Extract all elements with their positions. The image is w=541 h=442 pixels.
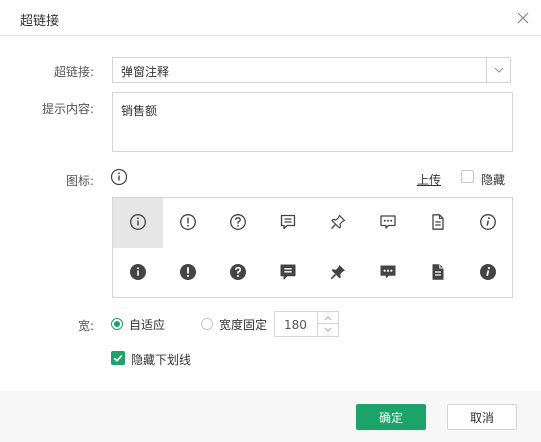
chevron-down-icon[interactable] [486,58,510,82]
icon-option-italic-info-filled[interactable] [463,248,513,298]
icon-option-chat-dots-filled[interactable] [363,248,413,298]
italic-info-outline-icon [479,213,497,234]
radio-auto-fit-label: 自适应 [129,318,166,332]
dialog-header: 超链接 [0,0,541,36]
checkmark-icon [113,354,123,363]
hide-underline-label: 隐藏下划线 [131,353,192,367]
icon-option-pin-filled[interactable] [313,248,363,298]
icon-label: 图标: [65,174,94,188]
hide-checkbox[interactable] [461,170,474,183]
icon-option-info-outline[interactable] [113,198,163,248]
icon-option-question-outline[interactable] [213,198,263,248]
exclamation-filled-icon [179,263,197,284]
width-label: 宽: [77,319,94,333]
hide-underline-checkbox[interactable] [111,351,125,365]
exclamation-outline-icon [179,213,197,234]
cancel-button[interactable]: 取消 [447,404,517,430]
close-icon[interactable] [513,8,533,28]
italic-info-filled-icon [479,263,497,284]
chevron-up-icon[interactable] [318,312,338,324]
hide-checkbox-label: 隐藏 [481,173,506,187]
chat-dots-filled-icon [379,263,397,284]
tooltip-textarea[interactable]: 销售额 [112,92,513,152]
info-outline-icon [129,213,147,234]
document-filled-icon [429,263,447,284]
icon-option-comment-filled[interactable] [263,248,313,298]
hyperlink-label: 超链接: [53,65,94,79]
width-stepper-value: 180 [284,318,307,332]
icon-option-document-filled[interactable] [413,248,463,298]
info-icon[interactable] [110,168,128,186]
hyperlink-select[interactable]: 弹窗注释 [112,57,511,83]
tooltip-label: 提示内容: [41,102,94,116]
stepper-buttons [317,312,338,336]
upload-link[interactable]: 上传 [417,171,441,188]
hyperlink-dialog: 超链接 超链接: 弹窗注释 提示内容: 销售额 图标: 上传 隐藏 宽: 自适应… [0,0,541,442]
ok-button[interactable]: 确定 [356,404,426,430]
icon-option-pin-outline[interactable] [313,198,363,248]
icon-option-exclamation-outline[interactable] [163,198,213,248]
info-filled-icon [129,263,147,284]
icon-picker-grid [112,197,513,298]
tooltip-textarea-value: 销售额 [121,104,158,118]
width-stepper[interactable]: 180 [274,311,339,337]
chat-dots-outline-icon [379,213,397,234]
hyperlink-select-value: 弹窗注释 [121,65,170,79]
comment-outline-icon [279,213,297,234]
icon-option-chat-dots-outline[interactable] [363,198,413,248]
icon-option-info-filled[interactable] [113,248,163,298]
dialog-title: 超链接 [20,14,60,29]
radio-fixed-width[interactable] [201,318,213,330]
comment-filled-icon [279,263,297,284]
icon-option-exclamation-filled[interactable] [163,248,213,298]
radio-auto-fit[interactable] [111,318,123,330]
icon-option-comment-outline[interactable] [263,198,313,248]
pin-filled-icon [329,263,347,284]
chevron-down-icon[interactable] [318,324,338,336]
icon-option-document-outline[interactable] [413,198,463,248]
icon-option-question-filled[interactable] [213,248,263,298]
document-outline-icon [429,213,447,234]
question-filled-icon [229,263,247,284]
icon-option-italic-info-outline[interactable] [463,198,513,248]
radio-fixed-width-label: 宽度固定 [219,318,268,332]
pin-outline-icon [329,213,347,234]
question-outline-icon [229,213,247,234]
